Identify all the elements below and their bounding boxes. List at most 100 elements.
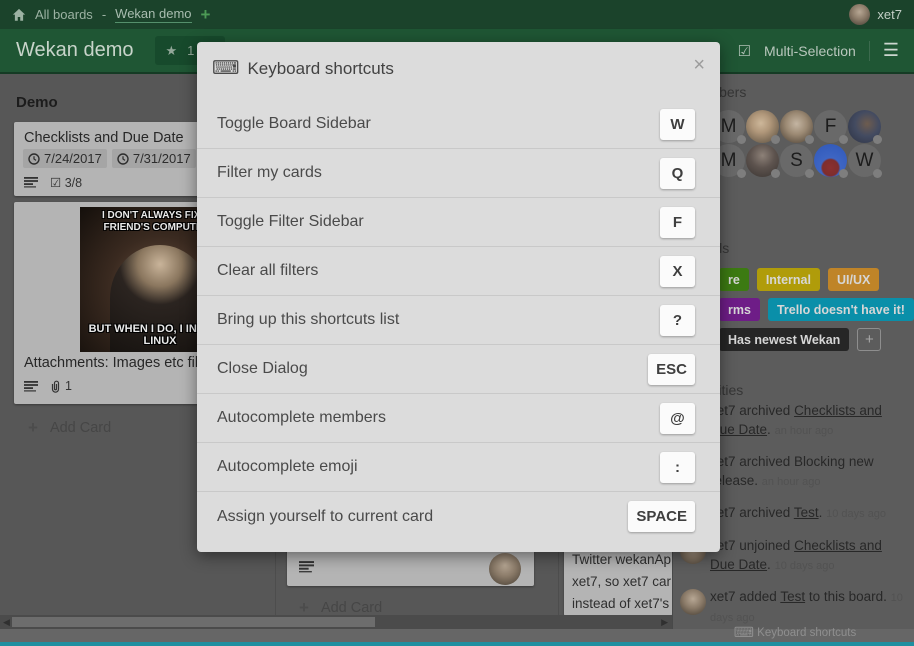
label-chip[interactable]: UI/UX — [828, 268, 879, 291]
shortcut-key: @ — [660, 403, 695, 434]
member-avatar[interactable] — [746, 110, 779, 143]
shortcut-list: Toggle Board Sidebar W Filter my cards Q… — [197, 100, 720, 541]
multi-selection-label[interactable]: Multi-Selection — [764, 43, 856, 59]
shortcut-action: Autocomplete emoji — [217, 458, 660, 476]
wekan-app: All boards - Wekan demo + xet7 Wekan dem… — [0, 0, 914, 646]
shortcut-key: X — [660, 256, 695, 287]
shortcut-key: : — [660, 452, 695, 483]
clock-icon — [117, 153, 129, 165]
scroll-right-arrow[interactable]: ▶ — [661, 615, 668, 629]
activity-card-link[interactable]: Test — [794, 505, 819, 520]
scroll-left-arrow[interactable]: ◀ — [3, 615, 10, 629]
activity-card-link[interactable]: Test — [780, 589, 805, 604]
due-date-start-badge: 7/24/2017 — [23, 149, 107, 168]
member-avatar[interactable]: F — [814, 110, 847, 143]
keyboard-icon: ⌨ — [212, 57, 239, 80]
shortcut-row: Assign yourself to current card SPACE — [197, 492, 720, 541]
label-chip[interactable]: Internal — [757, 268, 820, 291]
shortcut-action: Close Dialog — [217, 360, 648, 378]
shortcut-action: Toggle Board Sidebar — [217, 115, 660, 133]
description-icon — [299, 561, 314, 573]
shortcut-row: Autocomplete members @ — [197, 394, 720, 443]
card-text-line: instead of xet7's — [572, 593, 672, 615]
label-chip[interactable]: Trello doesn't have it! — [768, 298, 914, 321]
keyboard-shortcuts-dialog: ⌨ Keyboard shortcuts × Toggle Board Side… — [197, 42, 720, 552]
username[interactable]: xet7 — [877, 7, 902, 22]
top-navbar: All boards - Wekan demo + xet7 — [0, 0, 914, 29]
plus-icon: + — [299, 599, 309, 616]
attachment-badge: 1 — [50, 379, 72, 393]
shortcut-row: Close Dialog ESC — [197, 345, 720, 394]
dialog-title: ⌨ Keyboard shortcuts — [212, 57, 394, 80]
shortcut-row: Toggle Board Sidebar W — [197, 100, 720, 149]
shortcut-row: Toggle Filter Sidebar F — [197, 198, 720, 247]
card-text-line: Twitter wekanAp — [572, 549, 672, 571]
keyboard-shortcuts-footer-link[interactable]: ⌨ Keyboard shortcuts — [676, 624, 914, 641]
user-avatar[interactable] — [849, 4, 870, 25]
hamburger-menu-icon[interactable]: ☰ — [883, 40, 898, 61]
shortcut-key: ESC — [648, 354, 695, 385]
card-title: Attachments: Images etc files — [24, 355, 213, 371]
scrollbar-thumb[interactable] — [12, 617, 375, 627]
shortcut-key: SPACE — [628, 501, 695, 532]
member-avatar[interactable] — [814, 144, 847, 177]
keyboard-icon: ⌨ — [734, 624, 754, 640]
horizontal-scrollbar[interactable]: ◀ ▶ — [0, 615, 672, 629]
paperclip-icon — [50, 380, 61, 393]
header-divider — [869, 41, 870, 61]
shortcut-row: Autocomplete emoji : — [197, 443, 720, 492]
member-avatar[interactable] — [848, 110, 881, 143]
activity-time: an hour ago — [775, 425, 834, 437]
add-label-button[interactable]: + — [857, 328, 881, 351]
shortcut-row: Bring up this shortcuts list ? — [197, 296, 720, 345]
label-chip[interactable]: rms — [719, 298, 760, 321]
home-icon[interactable] — [12, 8, 26, 22]
activity-avatar[interactable] — [680, 589, 706, 615]
member-avatar[interactable] — [746, 144, 779, 177]
activity-time: 10 days ago — [775, 560, 835, 572]
all-boards-link[interactable]: All boards — [35, 7, 93, 22]
plus-icon: + — [28, 419, 38, 436]
due-date-end-badge: 7/31/2017 — [112, 149, 196, 168]
shortcut-row: Filter my cards Q — [197, 149, 720, 198]
shortcut-row: Clear all filters X — [197, 247, 720, 296]
activity-time: 10 days ago — [826, 508, 886, 520]
add-board-button[interactable]: + — [201, 6, 211, 23]
member-avatar[interactable]: S — [780, 144, 813, 177]
breadcrumb-separator: - — [102, 7, 106, 22]
shortcut-key: Q — [660, 158, 695, 189]
shortcut-key: F — [660, 207, 695, 238]
shortcut-key: ? — [660, 305, 695, 336]
shortcut-key: W — [660, 109, 695, 140]
description-icon — [24, 381, 38, 392]
checklist-icon: ☑ — [50, 176, 61, 190]
label-chip[interactable]: re — [719, 268, 749, 291]
description-icon — [24, 177, 38, 188]
shortcut-action: Bring up this shortcuts list — [217, 311, 660, 329]
card-twitter[interactable]: Twitter wekanAp xet7, so xet7 car instea… — [564, 544, 672, 616]
list-title-demo[interactable]: Demo — [16, 94, 58, 111]
star-count: 1 — [187, 43, 194, 58]
add-card-button[interactable]: + Add Card — [299, 599, 382, 616]
close-icon[interactable]: × — [693, 55, 705, 75]
card-title: Checklists and Due Date — [24, 130, 184, 146]
card-member-avatar[interactable] — [489, 553, 521, 585]
member-avatar[interactable]: W — [848, 144, 881, 177]
star-icon: ★ — [165, 43, 177, 59]
shortcut-action: Toggle Filter Sidebar — [217, 213, 660, 231]
activity-item: xet7 added Test to this board. 10 days a… — [680, 588, 908, 627]
shortcut-action: Filter my cards — [217, 164, 660, 182]
member-avatar[interactable] — [780, 110, 813, 143]
multi-selection-checkbox-icon[interactable]: ☑ — [738, 42, 751, 60]
shortcut-action: Clear all filters — [217, 262, 660, 280]
shortcut-action: Assign yourself to current card — [217, 508, 628, 526]
checklist-badge: ☑ 3/8 — [50, 175, 82, 190]
board-title[interactable]: Wekan demo — [16, 39, 133, 62]
current-board-link[interactable]: Wekan demo — [115, 6, 191, 23]
teal-accent-bar — [0, 642, 914, 646]
clock-icon — [28, 153, 40, 165]
card-text-line: xet7, so xet7 car — [572, 571, 672, 593]
label-chip[interactable]: Has newest Wekan — [719, 328, 849, 351]
activity-time: an hour ago — [762, 476, 821, 488]
add-card-button[interactable]: + Add Card — [28, 419, 111, 436]
